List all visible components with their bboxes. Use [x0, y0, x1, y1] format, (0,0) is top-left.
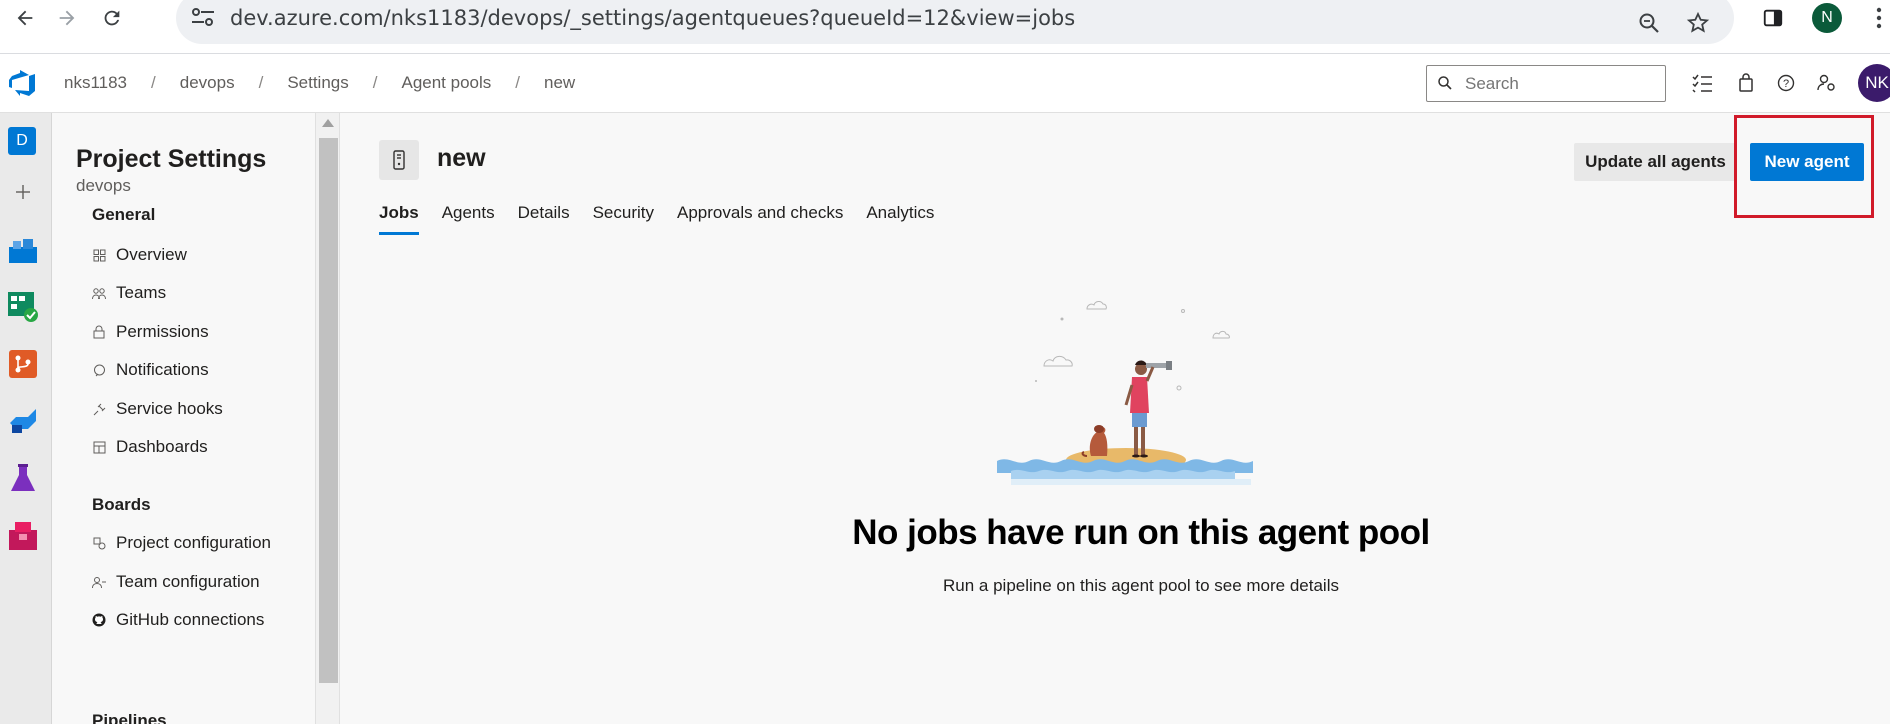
- search-box[interactable]: [1426, 65, 1666, 102]
- breadcrumb-agent-pools[interactable]: Agent pools: [401, 73, 491, 93]
- azure-devops-logo-icon[interactable]: [9, 70, 37, 96]
- repos-icon[interactable]: [8, 349, 38, 379]
- nav-item-github-connections[interactable]: GitHub connections: [92, 608, 264, 632]
- tab-details[interactable]: Details: [518, 203, 570, 235]
- empty-state-title: No jobs have run on this agent pool: [852, 513, 1430, 552]
- search-icon: [1437, 75, 1453, 91]
- app-navigation-rail: D: [0, 113, 52, 724]
- nav-item-label: Permissions: [116, 322, 209, 341]
- add-icon[interactable]: [8, 177, 38, 207]
- nav-item-label: Overview: [116, 245, 187, 264]
- main-content: new Update all agents New agent Jobs Age…: [341, 113, 1890, 724]
- user-settings-icon[interactable]: [1814, 70, 1840, 96]
- settings-navigation: Project Settings devops General Overview…: [52, 113, 315, 724]
- breadcrumb-settings[interactable]: Settings: [287, 73, 348, 93]
- nav-item-service-hooks[interactable]: Service hooks: [92, 397, 223, 421]
- project-avatar[interactable]: D: [8, 127, 36, 155]
- team-config-icon: [92, 575, 106, 589]
- back-icon[interactable]: [10, 3, 40, 33]
- pipelines-icon[interactable]: [8, 406, 38, 436]
- tab-security[interactable]: Security: [593, 203, 654, 235]
- settings-title: Project Settings: [76, 145, 267, 173]
- help-icon[interactable]: ?: [1773, 70, 1799, 96]
- group-general: General: [92, 205, 156, 224]
- tab-approvals-and-checks[interactable]: Approvals and checks: [677, 203, 843, 235]
- tab-agents[interactable]: Agents: [442, 203, 495, 235]
- bookmark-star-icon[interactable]: [1683, 8, 1713, 38]
- update-all-agents-button[interactable]: Update all agents: [1574, 143, 1737, 181]
- nav-item-teams[interactable]: Teams: [92, 281, 166, 305]
- settings-project-name: devops: [76, 176, 131, 195]
- plug-icon: [92, 402, 106, 416]
- nav-item-project-configuration[interactable]: Project configuration: [92, 531, 271, 555]
- marketplace-bag-icon[interactable]: [1733, 70, 1759, 96]
- nav-item-permissions[interactable]: Permissions: [92, 320, 209, 344]
- teams-icon: [92, 286, 106, 300]
- settings-scrollbar[interactable]: [315, 113, 340, 724]
- user-avatar[interactable]: NK: [1858, 64, 1890, 102]
- breadcrumb-separator: /: [258, 73, 264, 92]
- nav-item-team-configuration[interactable]: Team configuration: [92, 570, 260, 594]
- breadcrumb-org[interactable]: nks1183: [64, 73, 127, 93]
- nav-item-dashboards[interactable]: Dashboards: [92, 435, 208, 459]
- scroll-up-arrow-icon[interactable]: [322, 119, 334, 127]
- tab-analytics[interactable]: Analytics: [866, 203, 934, 235]
- zoom-icon[interactable]: [1634, 8, 1664, 38]
- group-boards: Boards: [92, 495, 151, 514]
- tab-bar: Jobs Agents Details Security Approvals a…: [379, 203, 957, 235]
- github-icon: [92, 613, 106, 627]
- nav-item-notifications[interactable]: Notifications: [92, 358, 209, 382]
- breadcrumb-project[interactable]: devops: [180, 73, 235, 93]
- browser-toolbar: dev.azure.com/nks1183/devops/_settings/a…: [0, 0, 1890, 54]
- work-items-icon[interactable]: [1689, 70, 1715, 96]
- config-icon: [92, 536, 106, 550]
- artifacts-icon[interactable]: [8, 521, 38, 551]
- more-menu-icon[interactable]: [1864, 3, 1890, 33]
- group-pipelines: Pipelines: [92, 711, 167, 724]
- nav-item-label: Project configuration: [116, 533, 271, 552]
- boards-icon[interactable]: [8, 292, 38, 322]
- agent-pool-icon: [379, 140, 419, 180]
- nav-item-label: GitHub connections: [116, 610, 265, 629]
- empty-state-subtitle: Run a pipeline on this agent pool to see…: [943, 576, 1339, 595]
- side-panel-icon[interactable]: [1758, 3, 1788, 33]
- breadcrumb-pool[interactable]: new: [544, 73, 575, 93]
- breadcrumb-separator: /: [151, 73, 156, 92]
- reload-icon[interactable]: [97, 3, 127, 33]
- dashboard-icon: [92, 440, 106, 454]
- nav-item-label: Notifications: [116, 360, 209, 379]
- url-text[interactable]: dev.azure.com/nks1183/devops/_settings/a…: [230, 6, 1075, 30]
- browser-profile-avatar[interactable]: N: [1812, 3, 1842, 33]
- overview-icon[interactable]: [8, 236, 38, 266]
- breadcrumb-separator: /: [515, 73, 521, 92]
- nav-item-label: Teams: [116, 283, 167, 302]
- empty-state-illustration: [997, 301, 1253, 485]
- notification-icon: [92, 363, 106, 377]
- nav-item-label: Dashboards: [116, 437, 208, 456]
- svg-text:?: ?: [1783, 78, 1789, 90]
- forward-icon[interactable]: [52, 3, 82, 33]
- annotation-highlight-box: [1734, 115, 1874, 218]
- nav-item-overview[interactable]: Overview: [92, 243, 187, 267]
- site-settings-icon[interactable]: [190, 6, 218, 30]
- breadcrumb: nks1183 / devops / Settings / Agent pool…: [64, 73, 575, 93]
- page-title: new: [437, 144, 486, 172]
- address-bar[interactable]: dev.azure.com/nks1183/devops/_settings/a…: [176, 0, 1734, 44]
- tab-jobs[interactable]: Jobs: [379, 203, 419, 235]
- nav-item-label: Team configuration: [116, 572, 260, 591]
- scrollbar-thumb[interactable]: [319, 138, 338, 683]
- overview-icon: [92, 248, 106, 262]
- search-input[interactable]: [1465, 72, 1655, 96]
- app-header: nks1183 / devops / Settings / Agent pool…: [0, 54, 1890, 113]
- test-plans-icon[interactable]: [8, 464, 38, 494]
- nav-item-label: Service hooks: [116, 399, 223, 418]
- lock-icon: [92, 325, 106, 339]
- breadcrumb-separator: /: [372, 73, 378, 92]
